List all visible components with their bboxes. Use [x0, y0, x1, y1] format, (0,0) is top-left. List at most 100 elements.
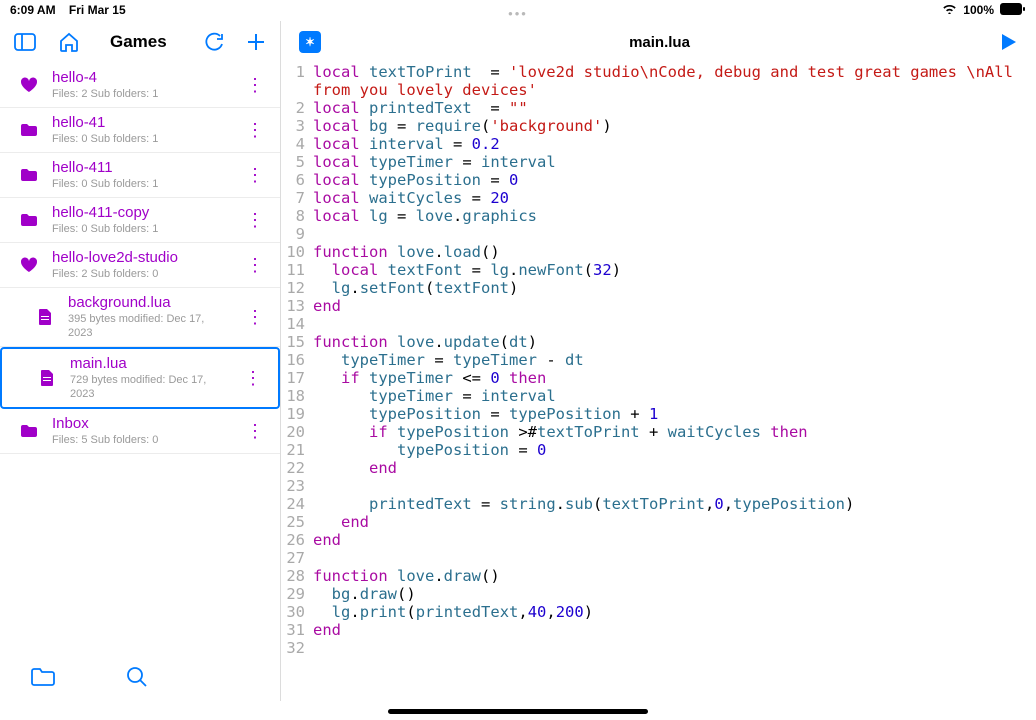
- code-line[interactable]: end: [313, 459, 397, 477]
- file-row[interactable]: background.lua395 bytes modified: Dec 17…: [0, 288, 280, 347]
- code-line[interactable]: local waitCycles = 20: [313, 189, 509, 207]
- line-number: 4: [281, 135, 313, 153]
- more-icon[interactable]: ⋮: [242, 165, 268, 186]
- folder-icon: [18, 213, 40, 227]
- more-icon[interactable]: ⋮: [242, 255, 268, 276]
- file-meta: Files: 0 Sub folders: 1: [52, 177, 230, 191]
- file-name: background.lua: [68, 294, 230, 312]
- code-line[interactable]: lg.setFont(textFont): [313, 279, 518, 297]
- line-number: 25: [281, 513, 313, 531]
- sidebar-title: Games: [110, 32, 182, 52]
- line-number: 3: [281, 117, 313, 135]
- add-icon[interactable]: [246, 32, 266, 52]
- file-meta: Files: 0 Sub folders: 1: [52, 222, 230, 236]
- line-number: 20: [281, 423, 313, 441]
- code-line[interactable]: printedText = string.sub(textToPrint,0,t…: [313, 495, 854, 513]
- editor-pane: ✶ main.lua 1local textToPrint = 'love2d …: [281, 21, 1036, 701]
- file-row[interactable]: hello-4Files: 2 Sub folders: 1⋮: [0, 63, 280, 108]
- line-number: 17: [281, 369, 313, 387]
- line-number: 28: [281, 567, 313, 585]
- more-icon[interactable]: ⋮: [242, 210, 268, 231]
- sidebar-toolbar: Games: [0, 21, 280, 63]
- line-number: 23: [281, 477, 313, 495]
- code-line[interactable]: end: [313, 513, 369, 531]
- file-name: hello-411-copy: [52, 204, 230, 222]
- status-time: 6:09 AM: [10, 3, 56, 17]
- file-row[interactable]: hello-411Files: 0 Sub folders: 1 ⋮: [0, 153, 280, 198]
- search-icon[interactable]: [126, 666, 148, 688]
- code-line[interactable]: local lg = love.graphics: [313, 207, 537, 225]
- code-line[interactable]: lg.print(printedText,40,200): [313, 603, 593, 621]
- line-number: 29: [281, 585, 313, 603]
- line-number: 15: [281, 333, 313, 351]
- code-line[interactable]: from you lovely devices': [313, 81, 537, 99]
- run-icon[interactable]: [998, 32, 1018, 52]
- line-number: 24: [281, 495, 313, 513]
- status-date: Fri Mar 15: [69, 3, 126, 17]
- line-number: 13: [281, 297, 313, 315]
- line-number: 9: [281, 225, 313, 243]
- code-line[interactable]: end: [313, 531, 341, 549]
- file-badge-icon[interactable]: ✶: [299, 31, 321, 53]
- code-line[interactable]: function love.update(dt): [313, 333, 537, 351]
- heart-icon: [18, 257, 40, 273]
- line-number: 32: [281, 639, 313, 657]
- file-row[interactable]: hello-41Files: 0 Sub folders: 1⋮: [0, 108, 280, 153]
- code-line[interactable]: local textFont = lg.newFont(32): [313, 261, 621, 279]
- code-line[interactable]: local printedText = "": [313, 99, 528, 117]
- line-number: 19: [281, 405, 313, 423]
- file-name: main.lua: [70, 355, 228, 373]
- code-line[interactable]: local interval = 0.2: [313, 135, 500, 153]
- file-meta: Files: 0 Sub folders: 1: [52, 132, 230, 146]
- home-indicator[interactable]: [388, 709, 648, 714]
- code-line[interactable]: function love.load(): [313, 243, 500, 261]
- folder-icon: [18, 168, 40, 182]
- refresh-icon[interactable]: [204, 32, 224, 52]
- code-line[interactable]: local typePosition = 0: [313, 171, 518, 189]
- file-icon: [34, 308, 56, 326]
- code-line[interactable]: if typeTimer <= 0 then: [313, 369, 546, 387]
- file-row[interactable]: InboxFiles: 5 Sub folders: 0⋮: [0, 409, 280, 454]
- line-number: 2: [281, 99, 313, 117]
- code-line[interactable]: local typeTimer = interval: [313, 153, 556, 171]
- line-number: 5: [281, 153, 313, 171]
- more-icon[interactable]: ⋮: [242, 307, 268, 328]
- sidebar-bottom-bar: [0, 653, 280, 701]
- file-list: hello-4Files: 2 Sub folders: 1⋮hello-41F…: [0, 63, 280, 653]
- code-line[interactable]: function love.draw(): [313, 567, 500, 585]
- home-icon[interactable]: [58, 32, 80, 52]
- panel-toggle-icon[interactable]: [14, 33, 36, 51]
- open-folder-icon[interactable]: [30, 667, 56, 687]
- code-line[interactable]: local bg = require('background'): [313, 117, 612, 135]
- code-line[interactable]: typeTimer = interval: [313, 387, 556, 405]
- code-line[interactable]: local textToPrint = 'love2d studio\nCode…: [313, 63, 1022, 81]
- file-row[interactable]: hello-love2d-studioFiles: 2 Sub folders:…: [0, 243, 280, 288]
- line-number: 6: [281, 171, 313, 189]
- code-line[interactable]: end: [313, 297, 341, 315]
- more-icon[interactable]: ⋮: [242, 75, 268, 96]
- heart-icon: [18, 77, 40, 93]
- more-icon[interactable]: ⋮: [240, 368, 266, 389]
- line-number: 31: [281, 621, 313, 639]
- code-line[interactable]: bg.draw(): [313, 585, 416, 603]
- battery-percent: 100%: [963, 3, 994, 17]
- more-icon[interactable]: ⋮: [242, 421, 268, 442]
- line-number: 22: [281, 459, 313, 477]
- file-row[interactable]: hello-411-copyFiles: 0 Sub folders: 1 ⋮: [0, 198, 280, 243]
- line-number: 18: [281, 387, 313, 405]
- editor-filename: main.lua: [321, 34, 998, 51]
- sidebar: Games hello-4Files: 2 Sub folders: 1⋮hel…: [0, 21, 281, 701]
- code-editor[interactable]: 1local textToPrint = 'love2d studio\nCod…: [281, 63, 1036, 701]
- file-name: hello-411: [52, 159, 230, 177]
- code-line[interactable]: end: [313, 621, 341, 639]
- line-number: 21: [281, 441, 313, 459]
- more-icon[interactable]: ⋮: [242, 120, 268, 141]
- code-line[interactable]: if typePosition >#textToPrint + waitCycl…: [313, 423, 808, 441]
- line-number: 16: [281, 351, 313, 369]
- file-row[interactable]: main.lua729 bytes modified: Dec 17, 2023…: [0, 347, 280, 409]
- multitask-dots-icon[interactable]: •••: [0, 6, 1036, 21]
- code-line[interactable]: typeTimer = typeTimer - dt: [313, 351, 584, 369]
- code-line[interactable]: typePosition = 0: [313, 441, 546, 459]
- code-line[interactable]: typePosition = typePosition + 1: [313, 405, 658, 423]
- file-icon: [36, 369, 58, 387]
